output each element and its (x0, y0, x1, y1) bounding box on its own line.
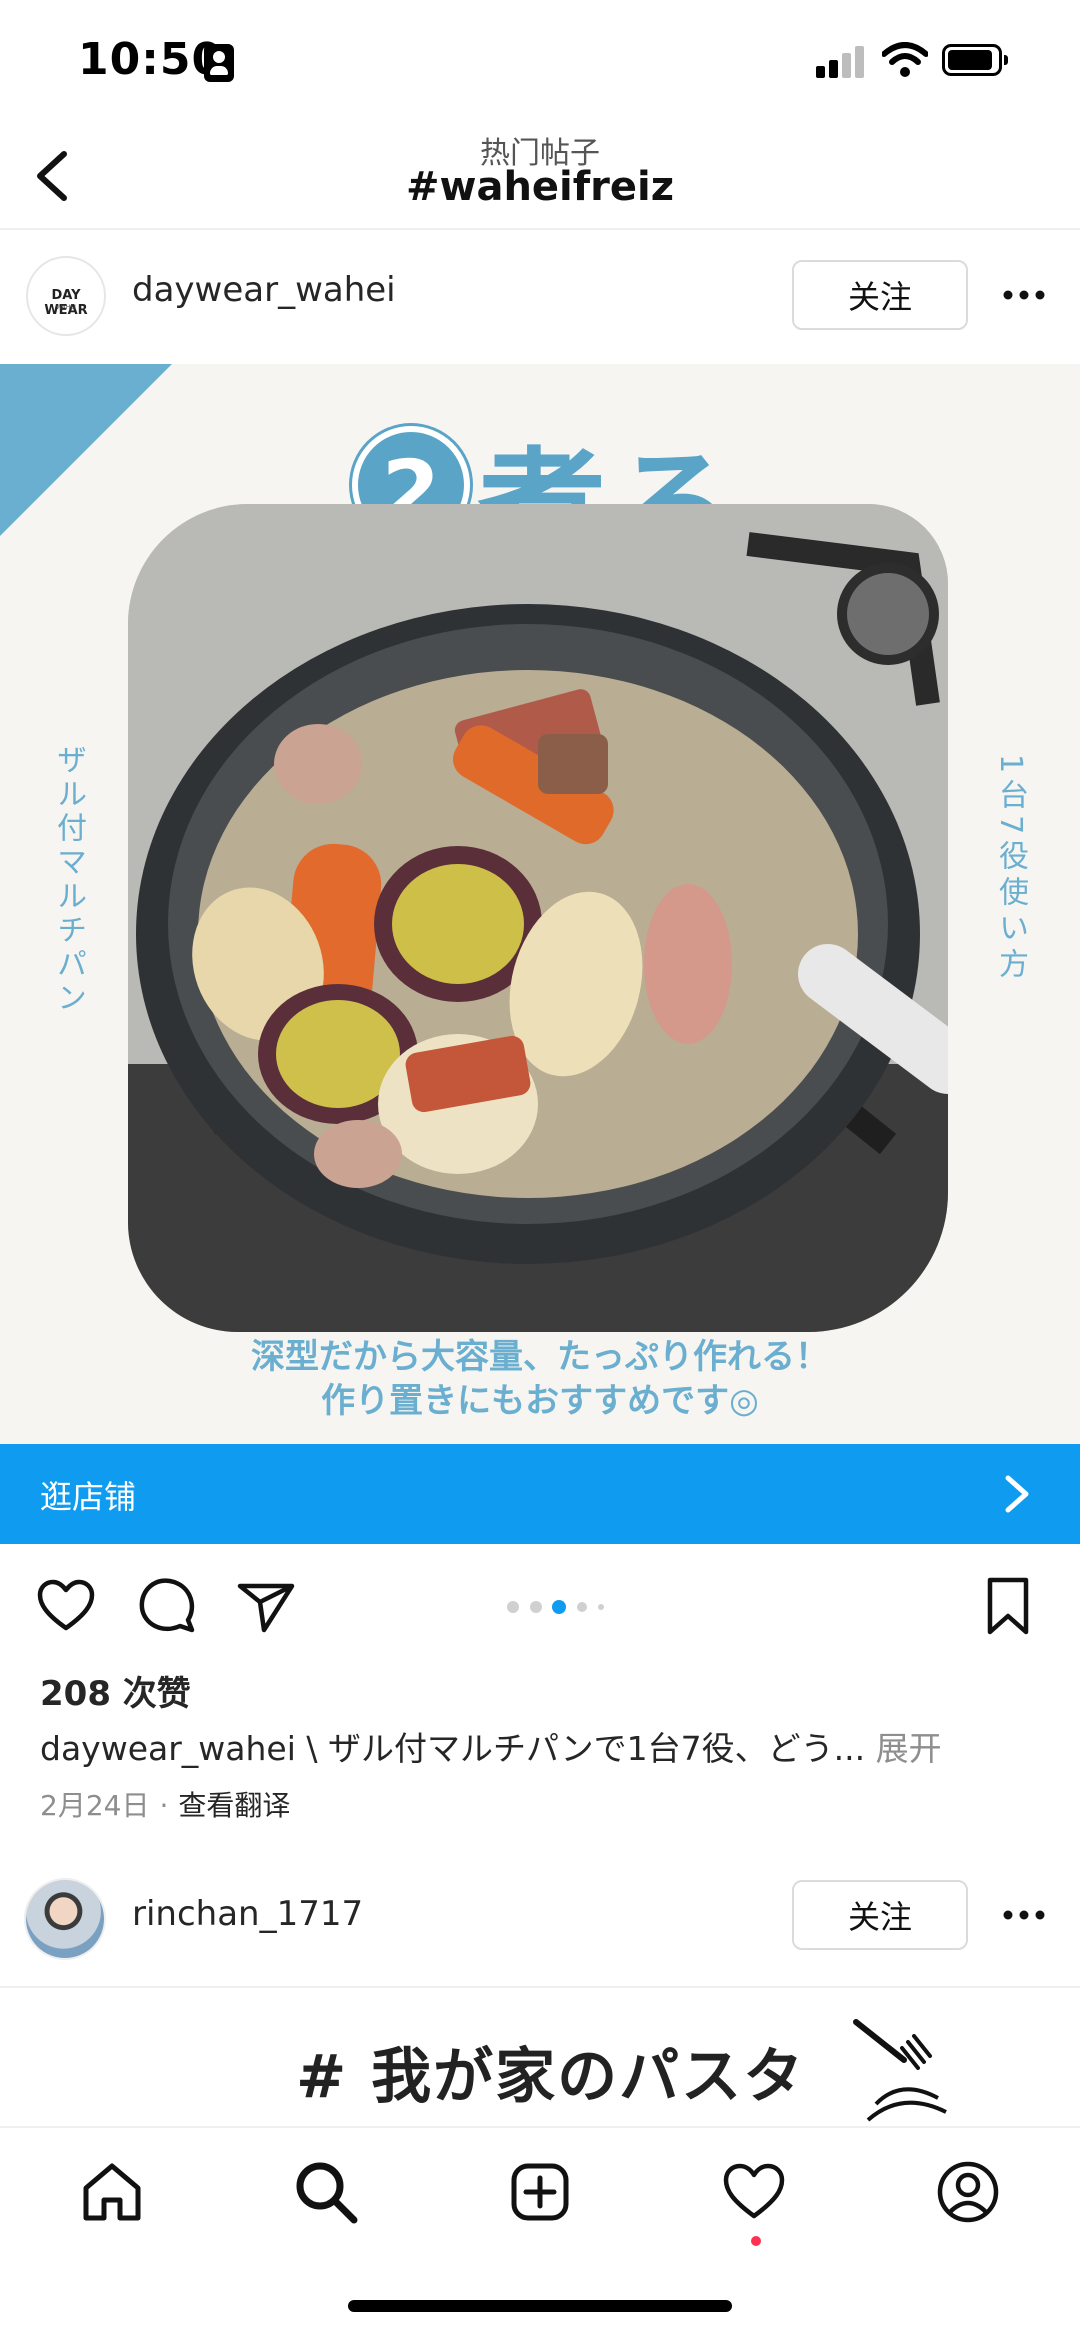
carousel-dot (507, 1601, 519, 1613)
notification-dot (751, 2236, 761, 2246)
likes-count[interactable]: 208 次赞 (40, 1666, 191, 1715)
status-bar: 10:50 (0, 0, 1080, 120)
bookmark-icon[interactable] (976, 1574, 1040, 1638)
post-username[interactable]: daywear_wahei (132, 270, 396, 310)
more-options-icon[interactable] (1000, 280, 1048, 310)
post-date: 2月24日 (40, 1789, 150, 1822)
post-image[interactable]: 2 煮る ザル付マルチパン 1台7役使い方 深型だから大容量、たっぷり作れる！ (0, 364, 1080, 1444)
shop-bar[interactable]: 逛店铺 (0, 1444, 1080, 1544)
bottom-tab-bar (0, 2126, 1080, 2336)
contact-card-icon (204, 44, 234, 82)
home-indicator[interactable] (348, 2300, 732, 2312)
carousel-dot-active (552, 1600, 566, 1614)
see-translation-link[interactable]: 查看翻译 (178, 1789, 290, 1822)
avatar-logo-subtext: WAHEI (56, 304, 76, 311)
carousel-dot (530, 1601, 542, 1613)
profile-icon[interactable] (934, 2158, 1002, 2226)
carousel-dot (598, 1604, 604, 1610)
post-username-2[interactable]: rinchan_1717 (132, 1894, 363, 1934)
caption-more-link[interactable]: 展开 (865, 1729, 942, 1768)
post-header-2: rinchan_1717 关注 (0, 1850, 1080, 1984)
image-caption-line2: 作り置きにもおすすめです◎ (321, 1381, 759, 1421)
follow-button-2[interactable]: 关注 (792, 1880, 968, 1950)
send-icon[interactable] (234, 1574, 298, 1638)
stew-pot-photo (128, 504, 948, 1332)
corner-accent (0, 364, 172, 536)
post-caption[interactable]: daywear_wahei \ ザル付マルチパンで1台7役、どう... 展开 (40, 1722, 1050, 1770)
follow-button[interactable]: 关注 (792, 260, 968, 330)
post2-image-text: # 我が家のパスタ (296, 2042, 806, 2112)
caption-username[interactable]: daywear_wahei (40, 1729, 296, 1768)
heart-icon[interactable] (34, 1574, 98, 1638)
more-options-icon[interactable] (1000, 1900, 1048, 1930)
top-header: 热门帖子 #waheifreiz (0, 120, 1080, 230)
image-vertical-left-text: ザル付マルチパン (51, 744, 86, 1016)
plus-square-icon[interactable] (506, 2158, 574, 2226)
post-image-2[interactable]: # 我が家のパスタ (0, 1986, 1080, 2126)
avatar-2[interactable] (24, 1878, 106, 1960)
chevron-right-icon (1005, 1475, 1029, 1513)
comment-icon[interactable] (134, 1574, 198, 1638)
home-icon[interactable] (78, 2158, 146, 2226)
avatar-logo-text: DAY WEAR (44, 288, 88, 318)
activity-heart-icon[interactable] (720, 2158, 788, 2226)
post-meta: 2月24日 · 查看翻译 (40, 1784, 290, 1824)
post-header: DAY WEAR WAHEI daywear_wahei 关注 (0, 230, 1080, 364)
cellular-signal-icon (816, 44, 866, 78)
carousel-indicator (507, 1600, 604, 1614)
pasta-fork-illustration (853, 2019, 947, 2122)
carousel-dot (577, 1602, 587, 1612)
post-actions (0, 1560, 1080, 1650)
page-title: #waheifreiz (405, 164, 675, 210)
image-vertical-right-text: 1台7役使い方 (993, 754, 1028, 985)
avatar[interactable]: DAY WEAR WAHEI (26, 256, 106, 336)
caption-text: \ ザル付マルチパンで1台7役、どう... (295, 1729, 866, 1768)
battery-icon (942, 44, 1008, 76)
image-caption-line1-display: 深型だから大容量、たっぷり作れる！ (251, 1337, 829, 1377)
status-time: 10:50 (78, 34, 224, 85)
wifi-icon (882, 42, 928, 77)
meta-separator: · (159, 1789, 169, 1822)
shop-label: 逛店铺 (40, 1478, 137, 1516)
search-icon[interactable] (292, 2158, 360, 2226)
